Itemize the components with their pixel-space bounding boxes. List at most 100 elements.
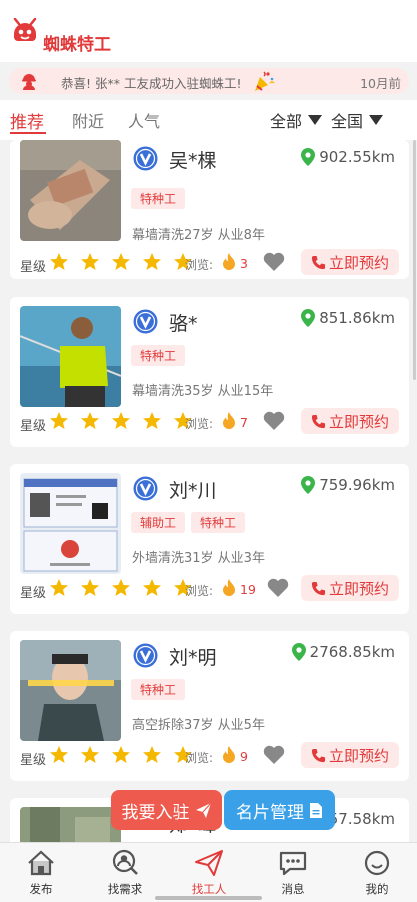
card-management-button[interactable]: 名片管理 <box>224 790 335 830</box>
rating-label: 星级 <box>20 586 47 601</box>
phone-icon <box>311 414 326 428</box>
nav-messages[interactable]: 消息 <box>258 849 328 897</box>
phone-icon <box>311 748 326 762</box>
worker-tag: 特种工 <box>131 188 186 209</box>
favorite-heart-icon[interactable] <box>267 578 289 598</box>
worker-tags: 特种工 <box>131 188 186 209</box>
views-count: 9 <box>240 749 248 764</box>
location-pin-icon <box>301 309 316 327</box>
star-icon <box>81 253 99 270</box>
distance-value: 759.96km <box>319 476 395 494</box>
views-label: 浏览: <box>185 417 214 431</box>
scope-dropdown-label: 全部 <box>270 112 303 131</box>
nav-label: 发布 <box>29 882 53 896</box>
tab-recommend[interactable]: 推荐 <box>10 108 44 133</box>
worker-tag: 辅助工 <box>131 512 186 533</box>
chat-icon <box>279 851 307 876</box>
worker-name: 刘*明 <box>169 647 217 669</box>
worker-photo <box>20 140 121 241</box>
star-icon <box>143 746 161 763</box>
book-now-label: 立即预约 <box>328 412 389 431</box>
active-tab-indicator <box>10 132 46 134</box>
star-icon <box>50 579 68 596</box>
region-dropdown[interactable]: 全国 <box>331 108 384 132</box>
worker-card-footer: 星级 浏览: 9 立即预约 <box>10 739 409 773</box>
verified-badge-icon <box>133 643 158 668</box>
notice-text: 恭喜! 张** 工友成功入驻蜘蛛工! <box>61 76 242 91</box>
notice-time: 10月前 <box>360 76 401 91</box>
rating-label: 星级 <box>20 260 47 275</box>
worker-card[interactable]: 刘*明 2768.85km 特种工 高空拆除37岁 从业5年 星级 浏览: 9 … <box>10 631 409 781</box>
book-now-button[interactable]: 立即预约 <box>301 575 399 601</box>
book-now-button[interactable]: 立即预约 <box>301 408 399 434</box>
rating-label: 星级 <box>20 419 47 434</box>
worker-card[interactable]: 吴*棵 902.55km 特种工 幕墙清洗27岁 从业8年 星级 浏览: 3 立… <box>10 140 409 279</box>
worker-distance: 2768.85km <box>291 643 395 661</box>
dropdown-arrow-icon <box>369 115 384 125</box>
star-icon <box>112 412 130 429</box>
worker-tag: 特种工 <box>191 512 246 533</box>
rating-label: 星级 <box>20 753 47 768</box>
scrollbar[interactable] <box>413 140 416 380</box>
views-count: 7 <box>240 415 248 430</box>
worker-tags: 特种工 <box>131 345 186 366</box>
phone-icon <box>311 581 326 595</box>
send-icon <box>195 802 211 818</box>
nav-find-demand[interactable]: 找需求 <box>90 849 160 897</box>
nav-find-worker[interactable]: 找工人 <box>174 849 244 897</box>
join-button-label: 我要入驻 <box>121 802 190 823</box>
worker-card-footer: 星级 浏览: 7 立即预约 <box>10 405 409 439</box>
phone-icon <box>311 255 326 269</box>
scope-dropdown[interactable]: 全部 <box>270 108 323 132</box>
join-button[interactable]: 我要入驻 <box>111 790 222 830</box>
star-icon <box>143 253 161 270</box>
favorite-heart-icon[interactable] <box>263 745 285 765</box>
book-now-button[interactable]: 立即预约 <box>301 742 399 768</box>
book-now-label: 立即预约 <box>328 746 389 765</box>
worker-card[interactable]: 骆* 851.86km 特种工 幕墙清洗35岁 从业15年 星级 浏览: 7 立… <box>10 297 409 447</box>
worker-description: 高空拆除37岁 从业5年 <box>132 718 265 733</box>
nav-publish[interactable]: 发布 <box>6 849 76 897</box>
worker-name: 骆* <box>169 313 198 335</box>
worker-distance: 759.96km <box>301 476 395 494</box>
nav-profile[interactable]: 我的 <box>342 849 412 897</box>
favorite-heart-icon[interactable] <box>263 252 285 272</box>
views-count: 19 <box>240 582 256 597</box>
location-pin-icon <box>301 148 316 166</box>
bottom-tab-bar: 发布 找需求 找工人 消息 我的 <box>0 842 417 902</box>
star-icon <box>143 579 161 596</box>
star-icon <box>112 579 130 596</box>
rating-stars <box>49 411 193 431</box>
verified-badge-icon <box>133 476 158 501</box>
home-indicator <box>155 896 262 900</box>
card-management-label: 名片管理 <box>236 802 304 823</box>
book-now-button[interactable]: 立即预约 <box>301 249 399 275</box>
rating-stars <box>49 578 193 598</box>
distance-value: 2768.85km <box>309 643 395 661</box>
views-label: 浏览: <box>185 584 214 598</box>
verified-badge-icon <box>133 146 158 171</box>
worker-distance: 851.86km <box>301 309 395 327</box>
worker-tags: 辅助工 特种工 <box>131 512 246 533</box>
fire-icon <box>223 579 235 596</box>
rating-stars <box>49 252 193 272</box>
favorite-heart-icon[interactable] <box>263 411 285 431</box>
tab-nearby[interactable]: 附近 <box>72 108 104 132</box>
worker-tags: 特种工 <box>131 679 186 700</box>
tab-popular[interactable]: 人气 <box>128 108 160 132</box>
worker-photo <box>20 473 121 574</box>
worker-distance: 902.55km <box>301 148 395 166</box>
star-icon <box>50 412 68 429</box>
star-icon <box>81 412 99 429</box>
region-dropdown-label: 全国 <box>331 112 364 131</box>
star-icon <box>50 746 68 763</box>
worker-card[interactable]: 刘*川 759.96km 辅助工 特种工 外墙清洗31岁 从业3年 星级 浏览:… <box>10 464 409 614</box>
star-icon <box>112 253 130 270</box>
join-notice-banner[interactable]: 恭喜! 张** 工友成功入驻蜘蛛工! 10月前 <box>9 68 409 94</box>
worker-card-footer: 星级 浏览: 19 立即预约 <box>10 572 409 606</box>
dropdown-arrow-icon <box>308 115 323 125</box>
worker-icon <box>22 74 36 90</box>
location-pin-icon <box>301 476 316 494</box>
spider-logo-icon <box>13 18 37 41</box>
party-popper-icon <box>255 71 275 91</box>
